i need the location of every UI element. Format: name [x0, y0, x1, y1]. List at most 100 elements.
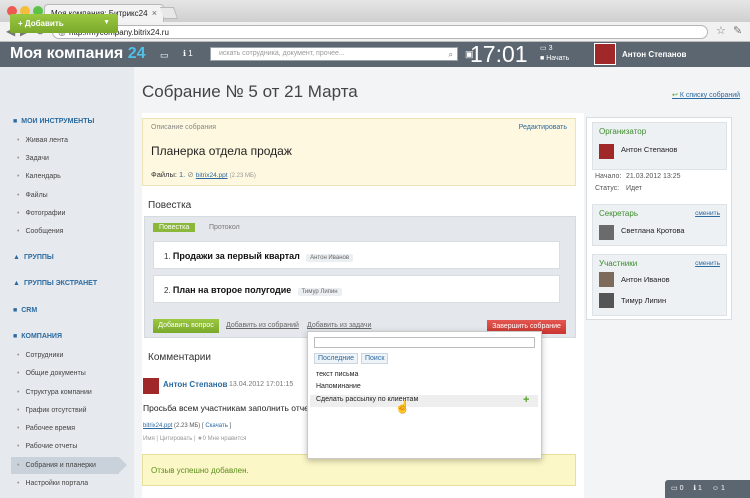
sidebar-item-worktime[interactable]: • Рабочее время: [17, 425, 75, 432]
add-plus-icon[interactable]: +: [523, 394, 529, 406]
sidebar-item-employees[interactable]: • Сотрудники: [17, 352, 63, 359]
sidebar-item-label: Задачи: [25, 155, 49, 162]
section-icon: ▲: [13, 254, 20, 261]
sidebar-item-feed[interactable]: • Живая лента: [17, 137, 68, 144]
add-question-button[interactable]: Добавить вопрос: [153, 319, 219, 333]
company-name: Моя компания: [10, 45, 124, 62]
popup-item[interactable]: Напоминание: [316, 383, 361, 390]
start-workday-button[interactable]: ■ Начать: [540, 55, 569, 62]
back-to-list-link[interactable]: ↩ К списку собраний: [672, 91, 740, 99]
add-button[interactable]: + Добавить ▼: [10, 14, 118, 33]
download-link[interactable]: Скачать: [205, 423, 228, 429]
section-label: ГРУППЫ ЭКСТРАНЕТ: [23, 280, 98, 287]
sidebar-item-label: Собрания и планерки: [25, 462, 96, 469]
user-name[interactable]: Антон Степанов: [622, 50, 686, 59]
section-icon: ■: [13, 118, 18, 125]
avatar[interactable]: [599, 144, 614, 159]
wrench-icon[interactable]: ✎: [733, 24, 742, 37]
popup-search-input[interactable]: [314, 337, 535, 348]
sidebar-section-crm[interactable]: ■ CRM: [13, 307, 37, 314]
search-icon[interactable]: ⌕: [449, 49, 453, 61]
section-label: ГРУППЫ: [23, 254, 54, 261]
sidebar-item-photos[interactable]: • Фотографии: [17, 210, 65, 217]
info-icon[interactable]: ℹ 1: [183, 49, 193, 58]
agenda-item[interactable]: 1. Продажи за первый квартал Антон Ивано…: [153, 241, 560, 269]
sidebar-section-my-tools[interactable]: ■ МОИ ИНСТРУМЕНТЫ: [13, 118, 94, 125]
tab-protocol[interactable]: Протокол: [209, 224, 240, 231]
sidebar-item-meetings[interactable]: • Собрания и планерки: [17, 462, 96, 469]
company-logo[interactable]: Моя компания 24: [10, 45, 146, 63]
sidebar-section-company[interactable]: ■ КОМПАНИЯ: [13, 333, 62, 340]
sidebar-section-extranet[interactable]: ▲ ГРУППЫ ЭКСТРАНЕТ: [13, 280, 97, 287]
sidebar-item-label: Рабочие отчеты: [25, 443, 78, 450]
agenda-item-person[interactable]: Тимур Липин: [297, 288, 342, 296]
avatar[interactable]: [594, 43, 616, 65]
organizer-name[interactable]: Антон Степанов: [621, 145, 677, 154]
tab-close-icon[interactable]: ×: [152, 8, 157, 18]
participant-name[interactable]: Антон Иванов: [621, 275, 670, 284]
start-label: Начать: [546, 55, 570, 62]
agenda-item-person[interactable]: Антон Иванов: [306, 254, 354, 262]
sidebar-item-structure[interactable]: • Структура компании: [17, 389, 92, 396]
sidebar-item-tasks[interactable]: • Задачи: [17, 155, 49, 162]
sidebar-item-calendar[interactable]: • Календарь: [17, 173, 61, 180]
avatar[interactable]: [599, 272, 614, 287]
add-label: Добавить: [24, 19, 64, 28]
popup-tab-search[interactable]: Поиск: [361, 353, 389, 364]
secretary-name[interactable]: Светлана Кротова: [621, 226, 685, 235]
add-from-tasks-link[interactable]: Добавить из задачи: [307, 322, 371, 329]
change-secretary-link[interactable]: сменить: [695, 210, 720, 217]
meeting-name: Планерка отдела продаж: [151, 144, 292, 158]
sidebar-item-absence[interactable]: • График отсутствий: [17, 407, 87, 414]
avatar[interactable]: [599, 293, 614, 308]
sidebar-item-label: Настройки портала: [25, 480, 89, 487]
sidebar-item-label: Файлы: [25, 192, 48, 199]
search-input[interactable]: искать сотрудника, документ, прочее... ⌕: [210, 47, 458, 61]
address-bar[interactable]: ◍ http://mycompany.bitrix24.ru: [52, 25, 708, 39]
new-tab-button[interactable]: [159, 7, 179, 19]
popup-tab-recent[interactable]: Последние: [314, 353, 359, 364]
portal-header: Моя компания 24 ▭ ℹ 1 искать сотрудника,…: [0, 41, 750, 67]
sidebar-item-documents[interactable]: • Общие документы: [17, 370, 86, 377]
comment-avatar[interactable]: [143, 378, 159, 394]
like-action[interactable]: 0 Мне нравится: [203, 436, 247, 442]
comment-author[interactable]: Антон Степанов: [163, 380, 227, 389]
agenda-item[interactable]: 2. План на второе полугодие Тимур Липин: [153, 275, 560, 303]
chat-icon[interactable]: ▭: [160, 50, 169, 61]
edit-link[interactable]: Редактировать: [519, 124, 567, 131]
avatar[interactable]: [599, 225, 614, 240]
agenda-item-number: 1.: [164, 252, 171, 261]
sidebar-item-messages[interactable]: • Сообщения: [17, 228, 63, 235]
chat-icon[interactable]: ▭ 0: [671, 485, 683, 492]
info-icon[interactable]: ℹ 1: [693, 485, 702, 492]
tab-agenda[interactable]: Повестка: [153, 223, 196, 232]
sidebar-section-groups[interactable]: ▲ ГРУППЫ: [13, 254, 54, 261]
file-link[interactable]: bitrix24.ppt: [196, 172, 228, 179]
files-label: Файлы:: [151, 170, 177, 179]
description-label: Описание собрания: [151, 124, 216, 131]
sidebar-item-reports[interactable]: • Рабочие отчеты: [17, 443, 77, 450]
sidebar-item-label: Структура компании: [25, 389, 92, 396]
clock: 17:01: [470, 41, 528, 67]
comments-heading: Комментарии: [148, 352, 211, 363]
comment-text: Просьба всем участникам заполнить отчеты: [143, 403, 319, 413]
sidebar-item-files[interactable]: • Файлы: [17, 192, 48, 199]
popup-item[interactable]: текст письма: [316, 371, 358, 378]
add-from-meetings-link[interactable]: Добавить из собраний: [226, 322, 299, 329]
comment-file-link[interactable]: bitrix24.ppt: [143, 423, 172, 429]
info-count: 1: [698, 485, 702, 492]
bottom-toolbar: ▭ 0 ℹ 1 ☺ 1: [665, 480, 750, 498]
sidebar-item-settings[interactable]: • Настройки портала: [17, 480, 88, 487]
participant-name[interactable]: Тимур Липин: [621, 296, 666, 305]
users-icon[interactable]: ☺ 1: [712, 485, 725, 492]
hand-cursor-icon: ☝: [395, 400, 410, 414]
quote-action[interactable]: Цитировать: [160, 436, 193, 442]
sidebar-item-label: Сотрудники: [25, 352, 64, 359]
chat-count: 0: [679, 485, 684, 492]
search-placeholder: искать сотрудника, документ, прочее...: [219, 50, 345, 57]
bookmark-star-icon[interactable]: ☆: [716, 24, 726, 37]
comment-name-action[interactable]: Имя: [143, 436, 155, 442]
task-counter[interactable]: ▭ 3: [540, 44, 552, 52]
organizer-title: Организатор: [599, 127, 647, 136]
change-participants-link[interactable]: сменить: [695, 260, 720, 267]
